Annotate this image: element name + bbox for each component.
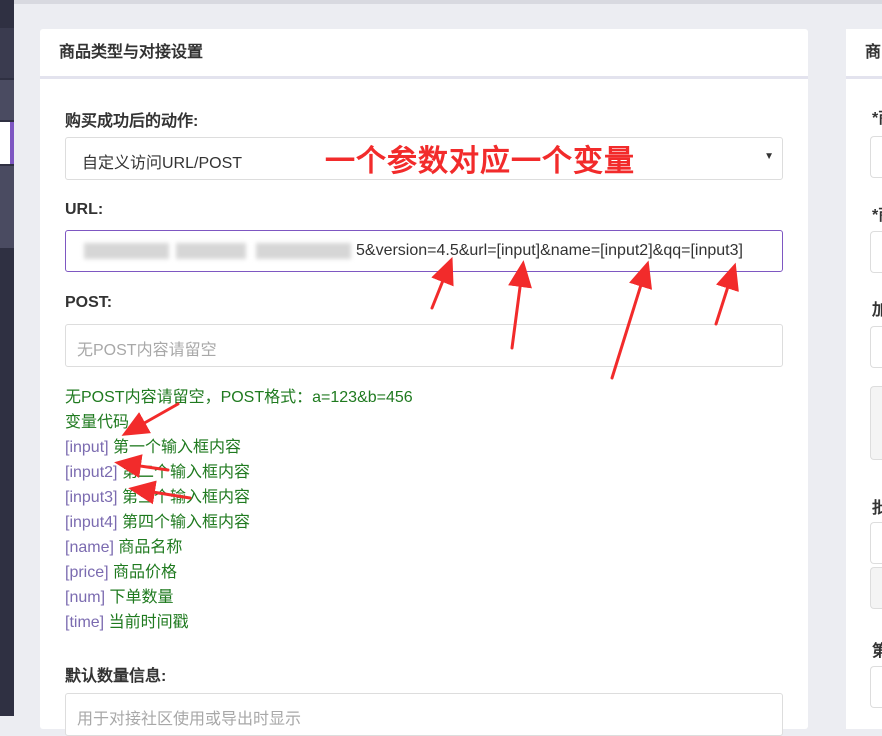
arrow	[610, 260, 652, 380]
arrow	[128, 480, 192, 505]
arrow	[508, 260, 532, 350]
arrow	[121, 402, 180, 436]
arrow	[714, 262, 739, 326]
arrow	[430, 256, 454, 310]
arrow	[114, 454, 170, 479]
annotation-arrows	[114, 256, 739, 505]
